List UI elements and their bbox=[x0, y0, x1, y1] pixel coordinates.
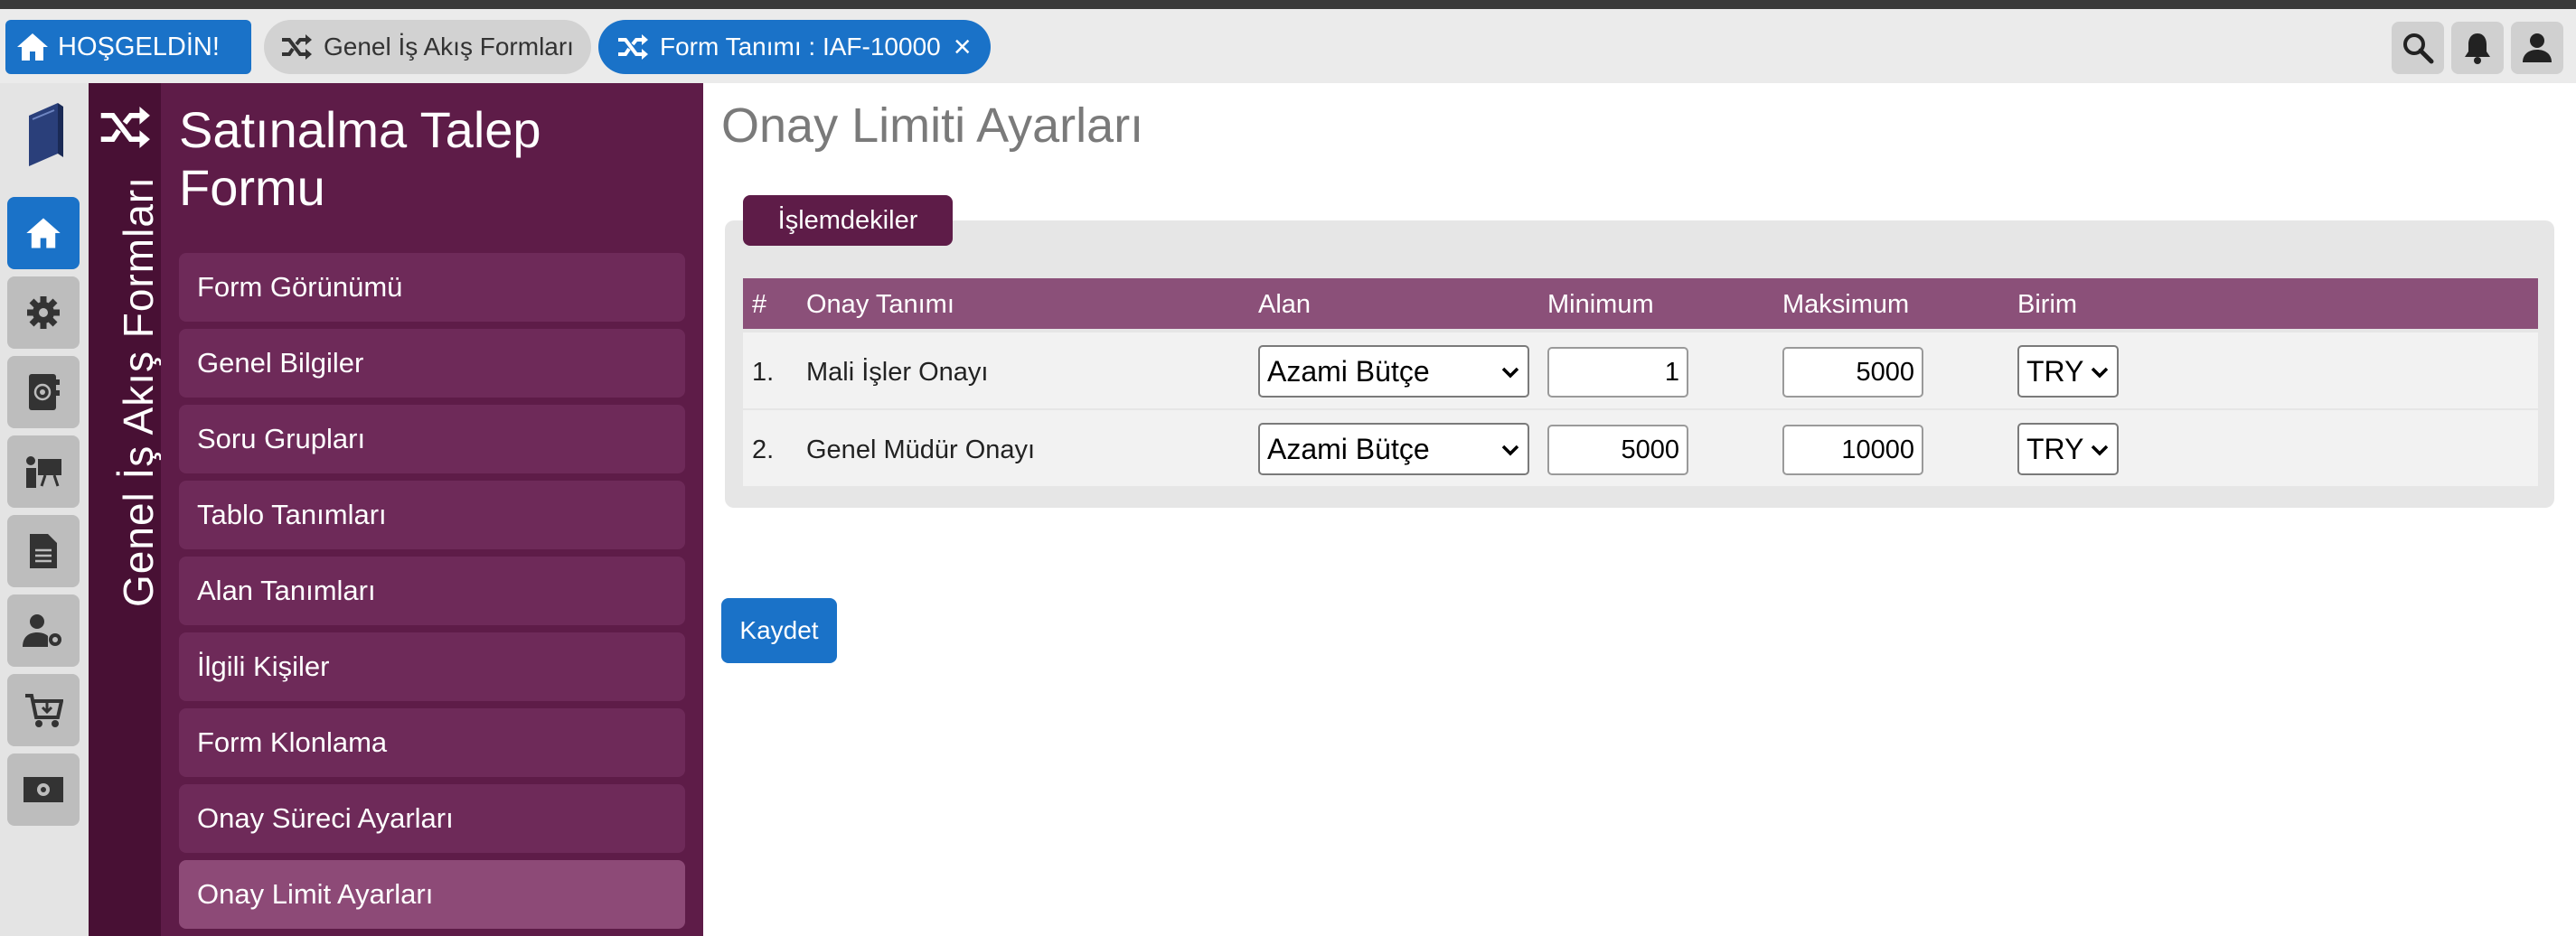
module-band: Genel İş Akış Formları bbox=[89, 83, 162, 936]
menu-item-ilgili-kisiler[interactable]: İlgili Kişiler bbox=[179, 632, 685, 701]
menu-item-genel-bilgiler[interactable]: Genel Bilgiler bbox=[179, 329, 685, 398]
chevron-down-icon bbox=[2091, 367, 2109, 379]
chevron-down-icon bbox=[1501, 445, 1519, 456]
app-logo-icon bbox=[29, 103, 63, 166]
row-number: 1. bbox=[752, 358, 775, 387]
module-vertical-title: Genel İş Akış Formları bbox=[115, 175, 162, 607]
field-select[interactable]: Azami Bütçe bbox=[1258, 423, 1529, 475]
money-icon bbox=[24, 777, 63, 802]
unit-select[interactable]: TRY bbox=[2017, 423, 2119, 475]
table-header: # Onay Tanımı Alan Minimum Maksimum Biri… bbox=[743, 278, 2538, 329]
shuffle-icon bbox=[282, 34, 312, 60]
column-header-minimum: Minimum bbox=[1547, 290, 1654, 319]
user-icon bbox=[2523, 33, 2552, 62]
form-title: Satınalma Talep Formu bbox=[179, 101, 541, 216]
chevron-down-icon bbox=[2091, 445, 2109, 456]
minimum-input[interactable]: 1 bbox=[1547, 347, 1688, 398]
table-row: 2. Genel Müdür Onayı Azami Bütçe 5000 10… bbox=[743, 410, 2538, 486]
unit-select[interactable]: TRY bbox=[2017, 345, 2119, 398]
tab-label: Genel İş Akış Formları bbox=[324, 33, 574, 61]
rail-presentation-button[interactable] bbox=[7, 435, 80, 508]
chevron-down-icon bbox=[1501, 367, 1519, 379]
maximum-input[interactable]: 5000 bbox=[1782, 347, 1923, 398]
menu-item-onay-sureci-ayarlari[interactable]: Onay Süreci Ayarları bbox=[179, 784, 685, 853]
unit-select-value: TRY bbox=[2026, 354, 2084, 388]
tab-form-tanimi[interactable]: Form Tanımı : IAF-10000 × bbox=[598, 20, 991, 74]
minimum-input[interactable]: 5000 bbox=[1547, 425, 1688, 475]
gear-icon bbox=[27, 296, 60, 329]
rail-settings-button[interactable] bbox=[7, 276, 80, 349]
bell-icon bbox=[2465, 33, 2490, 64]
icon-rail bbox=[0, 83, 89, 936]
unit-select-value: TRY bbox=[2026, 432, 2084, 465]
menu-item-form-klonlama[interactable]: Form Klonlama bbox=[179, 708, 685, 777]
column-header-maksimum: Maksimum bbox=[1782, 290, 1910, 319]
home-icon bbox=[17, 33, 48, 61]
close-icon[interactable]: × bbox=[954, 32, 972, 62]
page-title: Onay Limiti Ayarları bbox=[721, 98, 1144, 153]
menu-item-onay-limit-ayarlari[interactable]: Onay Limit Ayarları bbox=[179, 860, 685, 929]
rail-finance-button[interactable] bbox=[7, 753, 80, 826]
menu-item-tablo-tanimlari[interactable]: Tablo Tanımları bbox=[179, 481, 685, 549]
row-number: 2. bbox=[752, 435, 775, 464]
window-top-strip bbox=[0, 0, 2576, 9]
rail-documents-button[interactable] bbox=[7, 515, 80, 587]
field-select[interactable]: Azami Bütçe bbox=[1258, 345, 1529, 398]
maximum-input[interactable]: 10000 bbox=[1782, 425, 1923, 475]
table-row: 1. Mali İşler Onayı Azami Bütçe 1 5000 T… bbox=[743, 332, 2538, 408]
rail-contacts-button[interactable] bbox=[7, 356, 80, 428]
home-tab[interactable]: HOŞGELDİN! bbox=[5, 20, 251, 74]
document-icon bbox=[30, 534, 57, 568]
presentation-icon bbox=[26, 456, 61, 488]
menu-item-alan-tanimlari[interactable]: Alan Tanımları bbox=[179, 557, 685, 625]
cart-icon bbox=[25, 694, 63, 727]
column-header-birim: Birim bbox=[2017, 290, 2078, 319]
approval-name: Mali İşler Onayı bbox=[806, 358, 989, 387]
profile-button[interactable] bbox=[2511, 22, 2563, 74]
save-button[interactable]: Kaydet bbox=[721, 598, 837, 663]
rail-cart-button[interactable] bbox=[7, 674, 80, 746]
rail-home-button[interactable] bbox=[7, 197, 80, 269]
side-menu: Satınalma Talep Formu Form Görünümü Gene… bbox=[161, 83, 703, 936]
menu-item-soru-gruplari[interactable]: Soru Grupları bbox=[179, 405, 685, 473]
shuffle-icon bbox=[618, 34, 648, 60]
home-icon bbox=[26, 218, 61, 248]
approval-name: Genel Müdür Onayı bbox=[806, 435, 1036, 464]
column-header-alan: Alan bbox=[1258, 290, 1312, 319]
column-header-onay-tanimi: Onay Tanımı bbox=[806, 290, 954, 319]
menu-item-form-gorunumu[interactable]: Form Görünümü bbox=[179, 253, 685, 322]
notifications-button[interactable] bbox=[2451, 22, 2504, 74]
rail-user-settings-button[interactable] bbox=[7, 594, 80, 667]
search-icon bbox=[2403, 33, 2434, 64]
search-button[interactable] bbox=[2392, 22, 2444, 74]
tab-label: Form Tanımı : IAF-10000 bbox=[660, 33, 941, 61]
user-settings-icon bbox=[23, 614, 61, 647]
tab-genel-is-akis[interactable]: Genel İş Akış Formları bbox=[264, 20, 591, 74]
top-bar: HOŞGELDİN! Genel İş Akış Formları Form T… bbox=[0, 9, 2576, 83]
field-select-value: Azami Bütçe bbox=[1267, 432, 1430, 465]
address-book-icon bbox=[29, 374, 60, 410]
column-header-no: # bbox=[752, 290, 767, 319]
tab-islemdekiler[interactable]: İşlemdekiler bbox=[743, 195, 953, 246]
field-select-value: Azami Bütçe bbox=[1267, 354, 1430, 388]
home-tab-label: HOŞGELDİN! bbox=[58, 32, 220, 61]
shuffle-icon bbox=[100, 107, 150, 148]
